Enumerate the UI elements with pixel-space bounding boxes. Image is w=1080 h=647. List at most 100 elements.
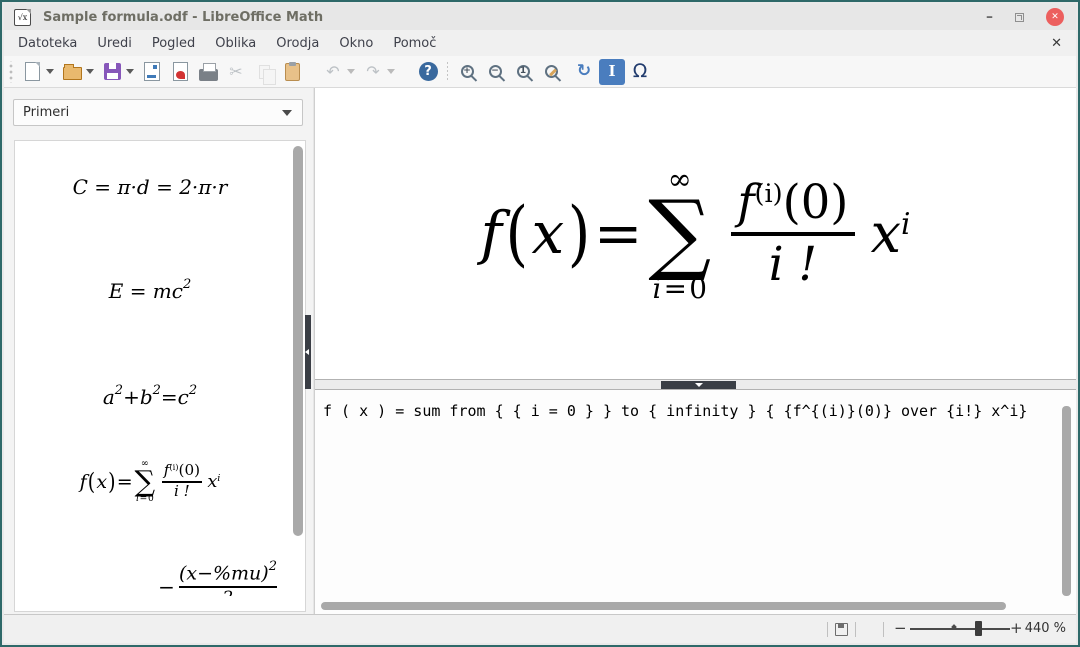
toolbar-grip-handle[interactable] [8, 61, 14, 83]
fs-lp: ( [88, 468, 95, 495]
command-window[interactable]: f ( x ) = sum from { { i = 0 } } to { in… [315, 390, 1076, 614]
fb-narg: (0) [783, 175, 849, 229]
taylor-formula-small: f(x)= ∞ ∑ i=0 f(i)(0) i ! xi [80, 459, 221, 504]
new-document-icon [25, 62, 40, 81]
zoom-100-glyph: 1 [520, 67, 526, 76]
example-pythagoras[interactable]: a2+b2=c2 [15, 385, 285, 409]
fb-li: i [653, 275, 662, 303]
fb-ti: i [901, 206, 911, 241]
zoom-100-button[interactable]: 1 [510, 59, 536, 85]
taylor-formula-large: f(x)= ∞ ∑ i=0 f(i)(0) i ! xi [481, 165, 911, 303]
update-button[interactable]: ↻ [571, 59, 597, 85]
fb-nf: f [737, 175, 754, 229]
window-title: Sample formula.odf - LibreOffice Math [43, 10, 323, 25]
save-button[interactable] [99, 59, 125, 85]
pyth-c: =c [161, 385, 189, 409]
redo-icon: ↷ [366, 64, 379, 80]
menu-item-pomoc[interactable]: Pomoč [383, 33, 446, 54]
zoom-out-button[interactable]: − [482, 59, 508, 85]
show-all-button[interactable] [538, 59, 564, 85]
help-button[interactable]: ? [415, 59, 441, 85]
standard-toolbar: ✂ ↶ ↷ ? + − 1 ↻ I Ω [4, 56, 1076, 88]
redo-dropdown-arrow-icon [387, 69, 395, 74]
export-pdf-button[interactable] [167, 59, 193, 85]
category-select[interactable]: Primeri [13, 99, 303, 126]
save-dropdown-arrow-icon[interactable] [126, 69, 134, 74]
menu-item-orodja[interactable]: Orodja [266, 33, 329, 54]
zoom-slider-track[interactable] [910, 628, 1010, 630]
pencil-accent [549, 69, 557, 77]
example-emc2[interactable]: E = mc2 [15, 279, 285, 303]
zoom-out-icon: − [489, 65, 502, 78]
fb-x: x [532, 199, 565, 267]
close-document-button[interactable]: ✕ [1051, 36, 1062, 51]
fs-den: i ! [174, 483, 190, 500]
menu-item-oblika[interactable]: Oblika [205, 33, 266, 54]
menu-item-datoteka[interactable]: Datoteka [8, 33, 87, 54]
statusbar-separator [883, 622, 884, 637]
symbols-button[interactable]: Ω [627, 59, 653, 85]
sidebar-scrollbar[interactable] [293, 146, 303, 536]
fs-ti: i [217, 473, 220, 484]
fs-rp: ) [108, 468, 115, 495]
statusbar-separator [855, 622, 856, 637]
example-gauss-partial[interactable]: − (x−%mu)2 2 [158, 561, 277, 596]
elements-panel: Primeri C = π·d = 2·π·r E = mc2 a2+b2=c2 [4, 88, 313, 618]
close-button[interactable]: ✕ [1046, 8, 1064, 26]
fs-eq: = [117, 471, 133, 493]
fb-sigma: ∑ [648, 194, 711, 272]
paste-button[interactable] [279, 59, 305, 85]
open-button[interactable] [59, 59, 85, 85]
zoom-in-button[interactable]: + [454, 59, 480, 85]
print-button[interactable] [195, 59, 221, 85]
fb-den: i ! [769, 238, 817, 291]
horizontal-splitter-handle[interactable] [661, 381, 736, 389]
document-modified-icon[interactable] [835, 623, 848, 636]
document-pane: f(x)= ∞ ∑ i=0 f(i)(0) i ! xi [314, 88, 1076, 618]
save-floppy-icon [104, 63, 121, 80]
fs-leq: = [140, 495, 148, 504]
undo-button: ↶ [320, 59, 346, 85]
fs-x: x [96, 471, 107, 493]
new-dropdown-arrow-icon[interactable] [46, 69, 54, 74]
zoom-in-control[interactable]: + [1010, 619, 1023, 637]
fb-fraction-bar [731, 232, 855, 236]
zoom-slider-handle[interactable] [975, 621, 982, 636]
example-circumference[interactable]: C = π·d = 2·π·r [15, 175, 285, 199]
title-bar[interactable]: √x Sample formula.odf - LibreOffice Math… [4, 4, 1076, 30]
open-dropdown-arrow-icon[interactable] [86, 69, 94, 74]
copy-icon [259, 65, 270, 79]
zoom-out-control[interactable]: − [894, 619, 907, 637]
export-pdf-icon [173, 62, 188, 81]
new-document-button[interactable] [19, 59, 45, 85]
formula-view[interactable]: f(x)= ∞ ∑ i=0 f(i)(0) i ! xi [315, 88, 1076, 379]
cut-scissors-icon: ✂ [229, 64, 242, 80]
formula-cursor-button[interactable]: I [599, 59, 625, 85]
open-folder-icon [63, 67, 82, 80]
show-all-icon [545, 65, 558, 78]
menu-item-okno[interactable]: Okno [329, 33, 383, 54]
copy-button [251, 59, 277, 85]
menu-bar: Datoteka Uredi Pogled Oblika Orodja Okno… [4, 30, 1076, 56]
undo-icon: ↶ [326, 64, 339, 80]
formula-source-text[interactable]: f ( x ) = sum from { { i = 0 } } to { in… [323, 402, 1027, 420]
print-icon [199, 69, 218, 81]
save-as-button[interactable] [139, 59, 165, 85]
command-vertical-scrollbar[interactable] [1062, 406, 1071, 596]
example-taylor-series[interactable]: f(x)= ∞ ∑ i=0 f(i)(0) i ! xi [15, 459, 285, 504]
menu-item-pogled[interactable]: Pogled [142, 33, 205, 54]
redo-button: ↷ [360, 59, 386, 85]
menu-item-uredi[interactable]: Uredi [87, 33, 141, 54]
zoom-percentage[interactable]: 440 % [1025, 621, 1066, 636]
restore-button[interactable] [1015, 13, 1024, 22]
fs-narg: (0) [179, 461, 201, 479]
cut-button: ✂ [223, 59, 249, 85]
horizontal-splitter[interactable] [315, 379, 1076, 390]
vertical-splitter-handle[interactable] [305, 315, 311, 389]
math-icon-label: √x [18, 13, 28, 22]
fs-tx: x [207, 472, 217, 492]
zoom-out-glyph: − [491, 67, 499, 76]
command-horizontal-scrollbar[interactable] [321, 602, 1006, 610]
minimize-button[interactable]: – [986, 12, 993, 22]
toolbar-separator [447, 62, 448, 82]
